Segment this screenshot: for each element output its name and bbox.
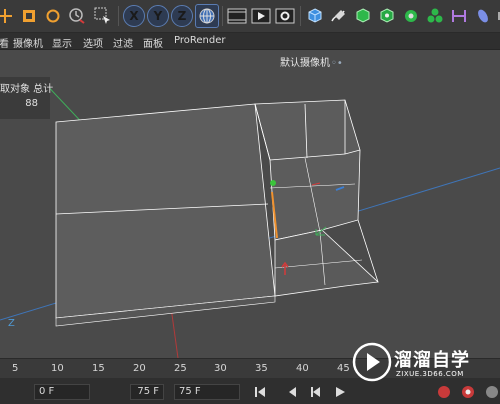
auto-key-icon[interactable] <box>460 384 476 400</box>
tick-label: 20 <box>133 363 146 374</box>
toolbar-divider <box>300 6 301 26</box>
watermark-logo-icon <box>352 342 392 382</box>
keyframe-selection-icon[interactable] <box>484 384 500 400</box>
stats-title: 取对象 总计 <box>0 84 54 95</box>
menu-options[interactable]: 选项 <box>83 35 103 50</box>
axis-y-lock-button[interactable]: Y <box>147 5 169 27</box>
deformer-icon[interactable] <box>400 5 422 27</box>
viewport-menubar: 看 摄像机 显示 选项 过滤 面板 ProRender <box>0 33 500 50</box>
selection-tool-icon[interactable] <box>92 5 114 27</box>
menu-panel[interactable]: 面板 <box>143 35 163 50</box>
scale-tool-icon[interactable] <box>18 5 40 27</box>
menu-view[interactable]: 看 <box>0 35 9 50</box>
tick-label: 45 <box>337 363 350 374</box>
camera-object-icon[interactable] <box>492 5 500 27</box>
rotate-tool-icon[interactable] <box>42 5 64 27</box>
recent-tool-icon[interactable] <box>66 5 88 27</box>
menu-filter[interactable]: 过滤 <box>113 35 133 50</box>
tick-label: 5 <box>12 363 19 374</box>
pen-spline-icon[interactable] <box>328 5 350 27</box>
tick-label: 40 <box>296 363 309 374</box>
view-axis-label: Z <box>8 318 15 329</box>
camera-indicator[interactable]: 默认摄像机◦• <box>280 54 343 69</box>
cube-primitive-icon[interactable] <box>304 5 326 27</box>
camera-dots-icon: ◦• <box>331 58 343 69</box>
stats-value: 88 <box>25 98 38 109</box>
watermark: 溜溜自学 ZIXUE.3D66.COM <box>350 340 500 384</box>
watermark-title: 溜溜自学 <box>394 350 470 371</box>
current-frame-field[interactable]: 0 F <box>34 384 90 400</box>
menu-prorender[interactable]: ProRender <box>174 35 225 46</box>
record-icon[interactable] <box>436 384 452 400</box>
3d-viewport[interactable]: 默认摄像机◦• 取对象 总计 88 Z <box>0 50 500 358</box>
gizmo-y-handle <box>270 180 276 186</box>
previous-key-icon[interactable] <box>284 384 300 400</box>
preview-end-field[interactable]: 75 F <box>174 384 240 400</box>
stats-overlay: 取对象 总计 88 <box>0 77 54 119</box>
slab-front-face <box>55 103 276 319</box>
axis-x-lock-button[interactable]: X <box>123 5 145 27</box>
menu-cameras[interactable]: 摄像机 <box>13 35 43 50</box>
end-frame-field[interactable]: 75 F <box>130 384 164 400</box>
toolbar-divider <box>222 6 223 26</box>
main-toolbar: X Y Z <box>0 0 500 33</box>
go-to-start-icon[interactable] <box>252 384 268 400</box>
tick-label: 30 <box>214 363 227 374</box>
scene-icon[interactable] <box>472 5 494 27</box>
previous-frame-icon[interactable] <box>308 384 324 400</box>
render-view-icon[interactable] <box>226 5 248 27</box>
axis-z-lock-button[interactable]: Z <box>171 5 193 27</box>
camera-label: 默认摄像机 <box>280 58 330 69</box>
tick-label: 15 <box>92 363 105 374</box>
field-icon[interactable] <box>448 5 470 27</box>
subdivision-surface-icon[interactable] <box>352 5 374 27</box>
watermark-url: ZIXUE.3D66.COM <box>396 370 464 378</box>
mograph-cloner-icon[interactable] <box>424 5 446 27</box>
tick-label: 35 <box>255 363 268 374</box>
render-settings-icon[interactable] <box>274 5 296 27</box>
toolbar-divider <box>118 6 119 26</box>
play-icon[interactable] <box>332 384 348 400</box>
tick-label: 25 <box>174 363 187 374</box>
move-tool-icon[interactable] <box>0 5 16 27</box>
tick-label: 10 <box>51 363 64 374</box>
viewport-scene <box>0 77 500 358</box>
render-picture-viewer-icon[interactable] <box>250 5 272 27</box>
menu-display[interactable]: 显示 <box>52 35 72 50</box>
world-coordinates-icon[interactable] <box>195 4 219 28</box>
array-cloner-icon[interactable] <box>376 5 398 27</box>
